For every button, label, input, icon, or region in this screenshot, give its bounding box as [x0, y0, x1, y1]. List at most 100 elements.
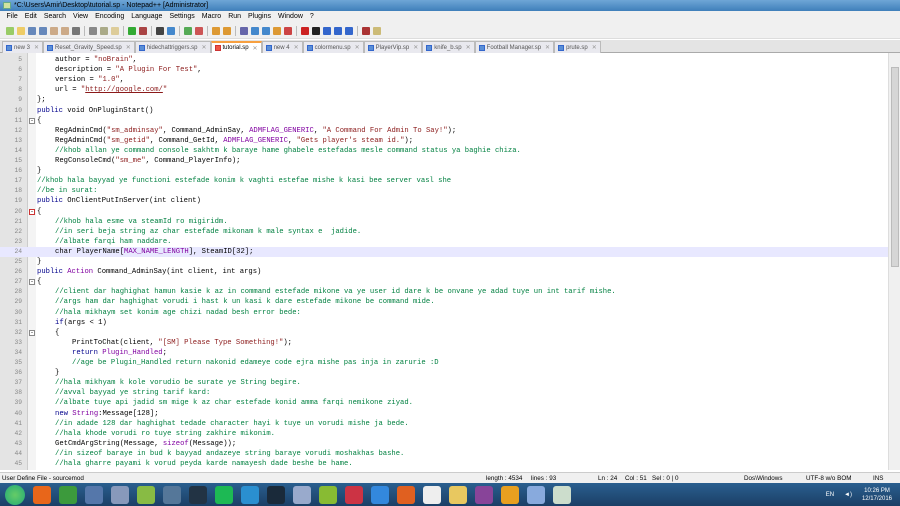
tab-playervip-sp[interactable]: PlayerVip.sp ✕: [363, 41, 423, 53]
code-line[interactable]: 40 new String:Message[128];: [0, 409, 888, 419]
toolbar-button-icon[interactable]: [39, 26, 47, 35]
taskbar-office-icon[interactable]: [501, 485, 519, 504]
toolbar-button-icon[interactable]: [61, 26, 69, 35]
menu-edit[interactable]: Edit: [21, 11, 40, 23]
code-line[interactable]: 43 GetCmdArgString(Message, sizeof(Messag…: [0, 439, 888, 449]
code-line[interactable]: 22 //in seri beja string az char estefade…: [0, 227, 888, 237]
code-line[interactable]: 9};: [0, 95, 888, 105]
code-line[interactable]: 38 //avval bayyad ye string tarif kard:: [0, 388, 888, 398]
taskbar-notes-icon[interactable]: [527, 485, 545, 504]
taskbar-recorder-icon[interactable]: [397, 485, 415, 504]
volume-icon[interactable]: ◄): [844, 492, 852, 498]
tab-football-manager-sp[interactable]: Football Manager.sp ✕: [474, 41, 555, 53]
toolbar-button-icon[interactable]: [373, 26, 381, 35]
menu-view[interactable]: View: [70, 11, 92, 23]
code-line[interactable]: 7 version = "1.0",: [0, 75, 888, 85]
fold-toggle-icon[interactable]: -: [29, 329, 35, 336]
toolbar-button-icon[interactable]: [362, 26, 370, 35]
toolbar-button-icon[interactable]: [167, 26, 175, 35]
taskbar-app-icon[interactable]: [345, 485, 363, 504]
code-line[interactable]: 21 //khob hala esme va steamId ro migirid…: [0, 217, 888, 227]
menu-plugins[interactable]: Plugins: [245, 11, 275, 23]
menu-run[interactable]: Run: [225, 11, 245, 23]
menu-file[interactable]: File: [3, 11, 21, 23]
taskbar-bluestacks-icon[interactable]: [319, 485, 337, 504]
taskbar-shark-icon[interactable]: [371, 485, 389, 504]
code-line[interactable]: 29 //args ham dar haghighat vorudi i hast…: [0, 297, 888, 307]
close-icon[interactable]: ✕: [126, 44, 131, 51]
toolbar-button-icon[interactable]: [273, 26, 281, 35]
code-line[interactable]: 37 //hala mikhyam k kole vorudio be surat…: [0, 378, 888, 388]
close-icon[interactable]: ✕: [294, 44, 299, 51]
toolbar-button-icon[interactable]: [223, 26, 231, 35]
close-icon[interactable]: ✕: [34, 44, 39, 51]
close-icon[interactable]: ✕: [355, 44, 360, 51]
taskbar-agent-icon[interactable]: [293, 485, 311, 504]
code-line[interactable]: 11 {: [0, 116, 888, 126]
toolbar-button-icon[interactable]: [6, 26, 14, 35]
close-icon[interactable]: ✕: [201, 44, 206, 51]
taskbar-steam-icon[interactable]: [189, 485, 207, 504]
code-line[interactable]: 27 {: [0, 277, 888, 287]
tab-tutorial-sp[interactable]: tutorial.sp ✕: [210, 41, 262, 53]
code-line[interactable]: 14 //khob allan ye command console sakhtm…: [0, 146, 888, 156]
code-line[interactable]: 44 //in sizeof baraye in bud k bayyad and…: [0, 449, 888, 459]
close-icon[interactable]: ✕: [253, 45, 258, 52]
toolbar-button-icon[interactable]: [156, 26, 164, 35]
toolbar-button-icon[interactable]: [212, 26, 220, 35]
tab-knife_b-sp[interactable]: knife_b.sp ✕: [422, 41, 475, 53]
taskbar-vc-icon[interactable]: [423, 485, 441, 504]
taskbar-spotify-icon[interactable]: [215, 485, 233, 504]
taskbar-window-icon[interactable]: [553, 485, 571, 504]
toolbar-button-icon[interactable]: [139, 26, 147, 35]
taskbar-media-icon[interactable]: [163, 485, 181, 504]
taskbar-steam-2-icon[interactable]: [267, 485, 285, 504]
toolbar-button-icon[interactable]: [111, 26, 119, 35]
code-line[interactable]: 33 PrintToChat(client, "[SM] Please Type …: [0, 338, 888, 348]
code-line[interactable]: 20 {: [0, 207, 888, 217]
code-line[interactable]: 24 char PlayerName[MAX_NAME_LENGTH], Stea…: [0, 246, 888, 257]
toolbar-button-icon[interactable]: [323, 26, 331, 35]
fold-toggle-icon[interactable]: -: [29, 279, 35, 286]
code-line[interactable]: 18 //be in surat:: [0, 186, 888, 196]
taskbar-network-icon[interactable]: [85, 485, 103, 504]
taskbar-tool-icon[interactable]: [111, 485, 129, 504]
code-line[interactable]: 6 description = "A Plugin For Test",: [0, 65, 888, 75]
code-line[interactable]: 42 //hala khode vorudi ro tuye string zak…: [0, 429, 888, 439]
code-line[interactable]: 5 author = "noBrain",: [0, 55, 888, 65]
toolbar-button-icon[interactable]: [345, 26, 353, 35]
toolbar-button-icon[interactable]: [195, 26, 203, 35]
code-line[interactable]: 39 //albate tuye api jadid sm mige k az c…: [0, 398, 888, 408]
code-line[interactable]: 13 RegAdminCmd("sm_getid", Command_GetId,…: [0, 136, 888, 146]
menu-language[interactable]: Language: [128, 11, 166, 23]
code-line[interactable]: 10 public void OnPluginStart(): [0, 106, 888, 116]
code-line[interactable]: 8 url = "http://google.com/": [0, 85, 888, 95]
toolbar-button-icon[interactable]: [301, 26, 309, 35]
fold-toggle-icon[interactable]: -: [29, 117, 35, 124]
toolbar-button-icon[interactable]: [312, 26, 320, 35]
code-line[interactable]: 17 //khob hala bayyad ye functioni estefa…: [0, 176, 888, 186]
toolbar-button-icon[interactable]: [184, 26, 192, 35]
taskbar-chrome-icon[interactable]: [59, 485, 77, 504]
fold-toggle-icon[interactable]: -: [29, 208, 35, 215]
code-line[interactable]: 28 //client dar haghighat hamun kasie k a…: [0, 287, 888, 297]
code-line[interactable]: 25}: [0, 257, 888, 267]
menu-settings[interactable]: Settings: [166, 11, 198, 23]
code-line[interactable]: 16}: [0, 166, 888, 176]
menu-search[interactable]: Search: [40, 11, 69, 23]
toolbar-button-icon[interactable]: [128, 26, 136, 35]
tab-new-4[interactable]: new 4 ✕: [261, 41, 303, 53]
menu-help[interactable]: ?: [306, 11, 317, 23]
toolbar-button-icon[interactable]: [89, 26, 97, 35]
tab-new-3[interactable]: new 3 ✕: [2, 41, 44, 53]
toolbar-button-icon[interactable]: [100, 26, 108, 35]
close-icon[interactable]: ✕: [592, 44, 597, 51]
vertical-scrollbar[interactable]: [888, 53, 900, 470]
toolbar-button-icon[interactable]: [72, 26, 80, 35]
close-icon[interactable]: ✕: [413, 44, 418, 51]
toolbar-button-icon[interactable]: [251, 26, 259, 35]
taskbar-telegram-icon[interactable]: [241, 485, 259, 504]
close-icon[interactable]: ✕: [545, 44, 550, 51]
menu-encoding[interactable]: Encoding: [92, 11, 128, 23]
language-indicator[interactable]: EN: [826, 492, 834, 498]
